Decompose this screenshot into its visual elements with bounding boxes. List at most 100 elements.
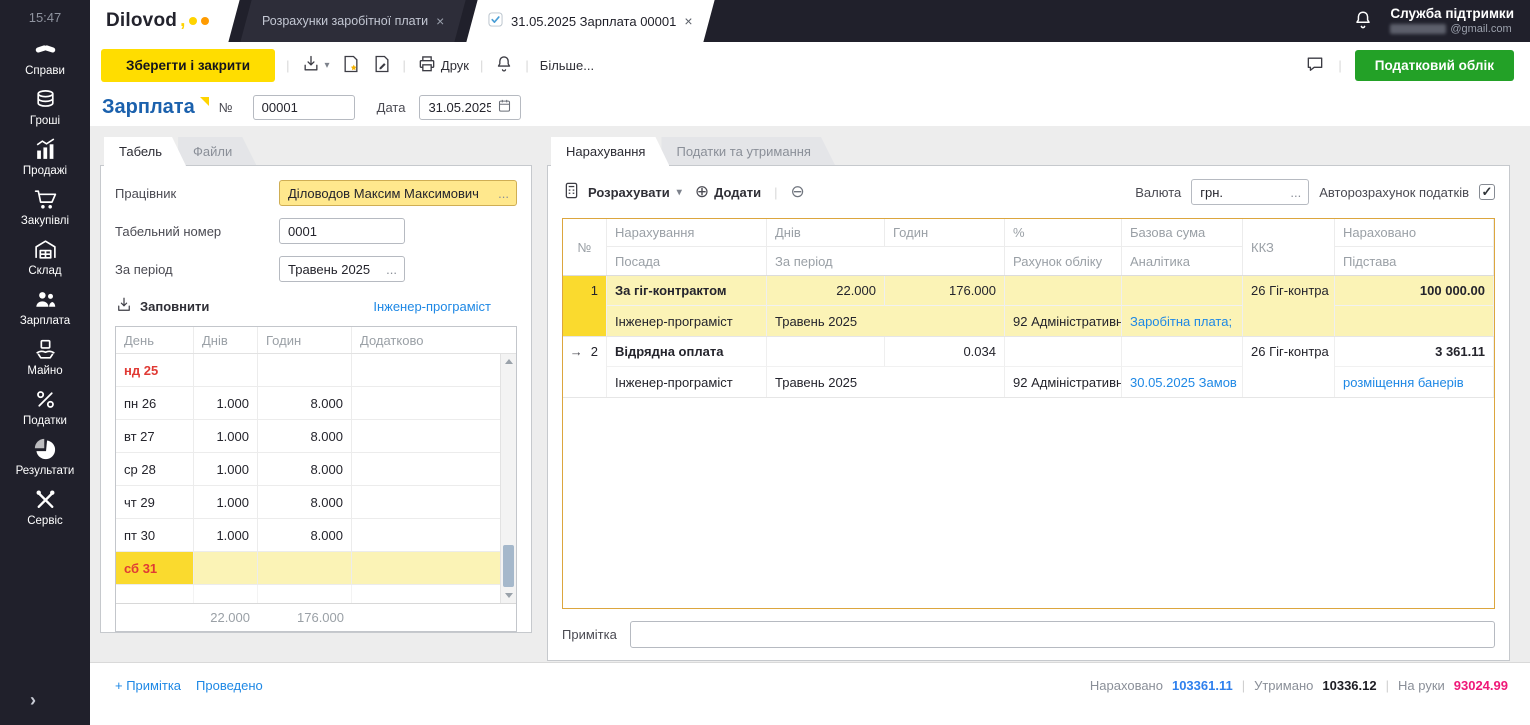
content-area: Табель Файли Працівник Діловодов Максим … <box>90 126 1530 662</box>
timesheet-row[interactable]: чт 29 1.000 8.000 <box>116 486 516 519</box>
timesheet-row[interactable]: ср 28 1.000 8.000 <box>116 453 516 486</box>
note-row: Примітка <box>562 621 1495 648</box>
position-link[interactable]: Інженер-програміст <box>373 299 491 314</box>
scroll-down-icon[interactable] <box>505 593 513 598</box>
tab-taxes-withholdings[interactable]: Податки та утримання <box>661 137 835 165</box>
sidebar-expand-button[interactable]: › <box>30 690 36 711</box>
personnel-number-field[interactable]: 0001 <box>279 218 405 244</box>
fill-download-icon <box>115 296 133 317</box>
sidebar-item-assets[interactable]: Майно <box>0 337 90 377</box>
add-note-link[interactable]: + Примітка <box>115 678 181 693</box>
sidebar-item-service[interactable]: Сервіс <box>0 487 90 527</box>
chat-bubble-icon <box>1305 54 1325 77</box>
lookup-button[interactable]: ... <box>498 186 509 201</box>
people-icon <box>33 287 58 312</box>
period-field[interactable]: Травень 2025 ... <box>279 256 405 282</box>
tools-icon <box>33 487 58 512</box>
employee-field[interactable]: Діловодов Максим Максимович ... <box>279 180 517 206</box>
currency-field[interactable]: грн. ... <box>1191 179 1309 205</box>
add-row-button[interactable]: ⊕ Додати <box>695 182 761 202</box>
check-icon: ✓ <box>1482 185 1493 198</box>
sidebar-item-results[interactable]: Результати <box>0 437 90 477</box>
lookup-button[interactable]: ... <box>386 262 397 277</box>
employee-label: Працівник <box>115 186 279 201</box>
blurred-email-chip <box>1390 24 1446 34</box>
accrued-total-label: Нараховано <box>1090 678 1163 693</box>
auto-tax-checkbox[interactable]: ✓ <box>1479 184 1495 200</box>
comments-button[interactable] <box>1305 54 1325 77</box>
sidebar-item-label: Продажі <box>23 165 67 177</box>
sidebar-item-deals[interactable]: Справи <box>0 37 90 77</box>
document-date-field[interactable]: 31.05.2025 <box>419 95 521 120</box>
sidebar-item-purchases[interactable]: Закупівлі <box>0 187 90 227</box>
accrual-row-selected[interactable]: 1 За гіг-контрактом 22.000 176.000 26 Гі… <box>563 276 1494 337</box>
personnel-number-label: Табельний номер <box>115 224 279 239</box>
tax-accounting-button[interactable]: Податковий облік <box>1355 50 1514 81</box>
status-bar: + Примітка Проведено Нараховано 103361.1… <box>90 662 1530 725</box>
sidebar-item-payroll[interactable]: Зарплата <box>0 287 90 327</box>
posted-status-link[interactable]: Проведено <box>196 678 263 693</box>
calendar-icon[interactable] <box>497 98 512 116</box>
printer-icon <box>417 54 437 77</box>
timesheet-panel: Табель Файли Працівник Діловодов Максим … <box>100 136 532 662</box>
sidebar-item-label: Склад <box>28 265 61 277</box>
topbar: Dilovod , Розрахунки заробітної плати × … <box>90 0 1530 42</box>
lookup-button[interactable]: ... <box>1290 185 1301 200</box>
timesheet-row[interactable]: пт 30 1.000 8.000 <box>116 519 516 552</box>
sidebar-item-taxes[interactable]: Податки <box>0 387 90 427</box>
calculate-button[interactable]: Розрахувати ▾ <box>562 181 682 203</box>
print-label: Друк <box>441 58 469 73</box>
chevron-right-icon: › <box>30 690 36 710</box>
timesheet-empty-space <box>116 585 516 603</box>
timesheet-row[interactable]: вт 27 1.000 8.000 <box>116 420 516 453</box>
warehouse-icon <box>33 237 58 262</box>
fill-button[interactable]: Заповнити <box>115 296 209 317</box>
remove-row-button[interactable]: ⊖ <box>790 182 804 202</box>
note-label: Примітка <box>562 627 617 642</box>
tab-timesheet[interactable]: Табель <box>104 137 186 166</box>
timesheet-row[interactable]: пн 26 1.000 8.000 <box>116 387 516 420</box>
bar-chart-icon <box>33 137 58 162</box>
notifications-bell-icon[interactable] <box>1352 9 1374 34</box>
more-button[interactable]: Більше... <box>540 58 594 73</box>
note-input[interactable] <box>630 621 1495 648</box>
accrual-row[interactable]: → 2 Відрядна оплата 0.034 26 Гіг-контра … <box>563 337 1494 398</box>
accruals-table: № Нарахування Днів Годин % Базова сума К… <box>562 218 1495 609</box>
accruals-empty-space <box>563 398 1494 608</box>
pie-chart-icon <box>33 437 58 462</box>
scroll-up-icon[interactable] <box>505 359 513 364</box>
sidebar-item-sales[interactable]: Продажі <box>0 137 90 177</box>
save-and-close-button[interactable]: Зберегти і закрити <box>101 49 275 82</box>
edit-document-button[interactable] <box>372 54 392 77</box>
tab-label: 31.05.2025 Зарплата 00001 <box>511 14 676 29</box>
support-menu[interactable]: Служба підтримки @gmail.com <box>1390 6 1514 37</box>
add-circle-icon: ⊕ <box>695 182 709 202</box>
save-button[interactable]: ▾ <box>301 54 330 77</box>
logo-comma-mark: , <box>180 10 185 32</box>
reminders-button[interactable] <box>494 54 514 77</box>
tab-files[interactable]: Файли <box>178 137 256 165</box>
accrued-total-value: 103361.11 <box>1172 678 1233 693</box>
tab-payroll-document[interactable]: 31.05.2025 Зарплата 00001 × <box>467 0 715 42</box>
sidebar-item-warehouse[interactable]: Склад <box>0 237 90 277</box>
document-number-field[interactable]: 00001 <box>253 95 355 120</box>
sidebar-item-label: Податки <box>23 415 67 427</box>
sidebar-item-money[interactable]: Гроші <box>0 87 90 127</box>
logo-text: Dilovod <box>106 10 177 32</box>
save-as-template-button[interactable] <box>341 54 361 77</box>
current-row-arrow-icon: → <box>570 344 583 359</box>
close-icon[interactable]: × <box>436 13 444 29</box>
document-header: Зарплата № 00001 Дата 31.05.2025 <box>90 88 1530 126</box>
tab-accruals[interactable]: Нарахування <box>551 137 669 166</box>
close-icon[interactable]: × <box>685 13 693 29</box>
timesheet-row[interactable]: нд 25 <box>116 354 516 387</box>
accruals-table-header: № Нарахування Днів Годин % Базова сума К… <box>563 219 1494 276</box>
timesheet-row-selected[interactable]: сб 31 <box>116 552 516 585</box>
tab-payroll-calculations[interactable]: Розрахунки заробітної плати × <box>240 0 466 42</box>
logo[interactable]: Dilovod , <box>90 0 240 42</box>
scrollbar-thumb[interactable] <box>503 545 514 587</box>
timesheet-scrollbar[interactable] <box>500 354 516 603</box>
coins-icon <box>33 87 58 112</box>
print-button[interactable]: Друк <box>417 54 469 77</box>
chevron-down-icon: ▾ <box>677 187 682 198</box>
